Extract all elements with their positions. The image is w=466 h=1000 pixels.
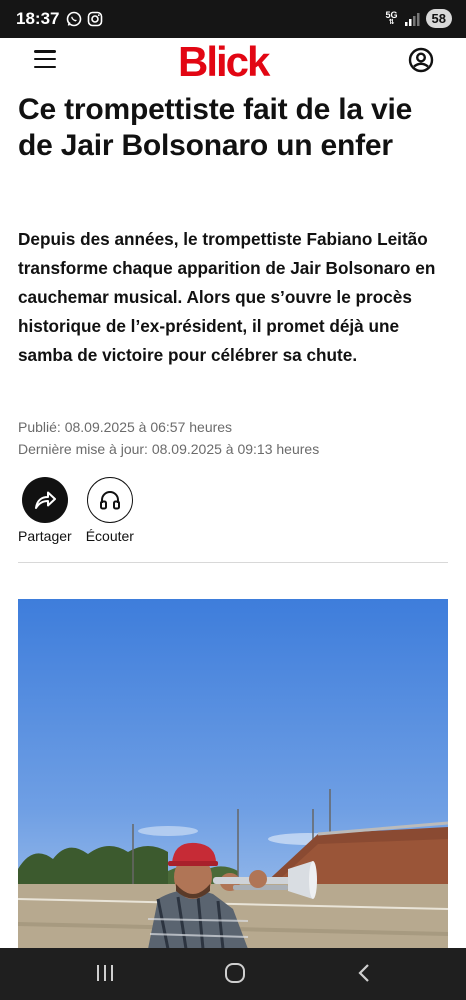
recent-apps-icon[interactable] [95, 962, 115, 984]
menu-icon[interactable] [34, 50, 56, 68]
updated-date: Dernière mise à jour: 08.09.2025 à 09:13… [18, 441, 320, 457]
share-button[interactable]: Partager [18, 477, 72, 544]
article-lead: Depuis des années, le trompettiste Fabia… [18, 229, 436, 365]
headphones-icon [99, 491, 120, 510]
site-header: Blick [0, 38, 466, 86]
divider [18, 562, 448, 563]
article-meta: Publié: 08.09.2025 à 06:57 heures Derniè… [18, 416, 319, 460]
share-icon [34, 491, 56, 509]
article-photo[interactable] [18, 599, 448, 949]
signal-icon [404, 12, 420, 26]
system-nav-bar [0, 948, 466, 1000]
home-icon[interactable] [224, 962, 246, 984]
menu-line [34, 50, 56, 53]
network-label: 5G [385, 9, 398, 20]
status-time: 18:37 [16, 9, 60, 28]
article-actions: Partager Écouter [18, 477, 134, 544]
status-bar: 18:37 5G ⇅ 58 [0, 0, 466, 38]
account-icon[interactable] [408, 47, 434, 73]
article-title: Ce trompettiste fait de la vie de Jair B… [18, 93, 413, 162]
published-date: Publié: 08.09.2025 à 06:57 heures [18, 419, 233, 435]
whatsapp-icon [66, 11, 82, 27]
instagram-icon [87, 11, 103, 27]
back-icon[interactable] [356, 962, 372, 984]
listen-label: Écouter [85, 528, 134, 544]
share-label: Partager [18, 528, 72, 544]
listen-button[interactable]: Écouter [86, 477, 134, 544]
menu-line [34, 65, 56, 68]
share-circle[interactable] [21, 477, 68, 523]
battery-icon: 58 [425, 9, 452, 28]
menu-line [34, 57, 56, 61]
site-logo[interactable]: Blick [178, 38, 270, 86]
listen-circle[interactable] [86, 477, 133, 523]
network-5g-icon: 5G ⇅ [385, 9, 398, 26]
